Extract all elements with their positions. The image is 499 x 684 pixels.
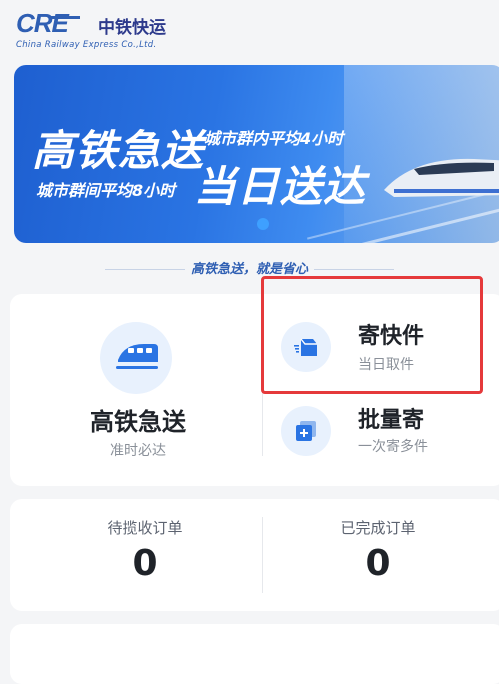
orders-card: 待揽收订单 0 已完成订单 0 — [10, 499, 499, 611]
banner-subtitle-2: 城市群间平均8小时 — [36, 181, 176, 200]
logo-chinese-name: 中铁快运 — [98, 18, 166, 38]
banner-title-2: 当日送达 — [194, 162, 367, 211]
bottom-card — [10, 624, 499, 684]
service-high-speed[interactable]: 高铁急送 准时必达 — [10, 294, 262, 486]
divider — [314, 269, 394, 270]
pending-orders-label: 待揽收订单 — [107, 519, 183, 537]
logo-english-name: China Railway Express Co.,Ltd. — [16, 40, 157, 50]
service-subtitle: 准时必达 — [110, 443, 166, 459]
service-batch-send[interactable]: 批量寄 一次寄多件 — [263, 390, 499, 486]
pending-orders[interactable]: 待揽收订单 0 — [30, 499, 260, 611]
company-logo: CRE 中铁快运 China Railway Express Co.,Ltd. — [16, 8, 196, 50]
service-title: 高铁急送 — [90, 408, 186, 436]
divider — [104, 269, 185, 270]
train-illustration — [384, 158, 499, 197]
completed-orders[interactable]: 已完成订单 0 — [263, 499, 493, 611]
pending-orders-count: 0 — [132, 543, 158, 584]
batch-add-icon — [281, 406, 331, 456]
highlight-box — [261, 276, 483, 394]
completed-orders-count: 0 — [365, 543, 391, 584]
promo-banner[interactable]: 高铁急送 城市群内平均4小时 城市群间平均8小时 当日送达 — [14, 65, 499, 243]
banner-subtitle-1: 城市群内平均4小时 — [204, 129, 344, 148]
logo-mark: CRE — [16, 8, 80, 39]
slogan: 高铁急送，就是省心 — [0, 258, 499, 277]
service-subtitle: 一次寄多件 — [358, 439, 428, 455]
train-icon — [100, 322, 172, 394]
carousel-indicator[interactable] — [257, 218, 269, 230]
completed-orders-label: 已完成订单 — [340, 519, 416, 537]
banner-title-1: 高铁急送 — [32, 126, 205, 175]
service-title: 批量寄 — [358, 408, 425, 433]
